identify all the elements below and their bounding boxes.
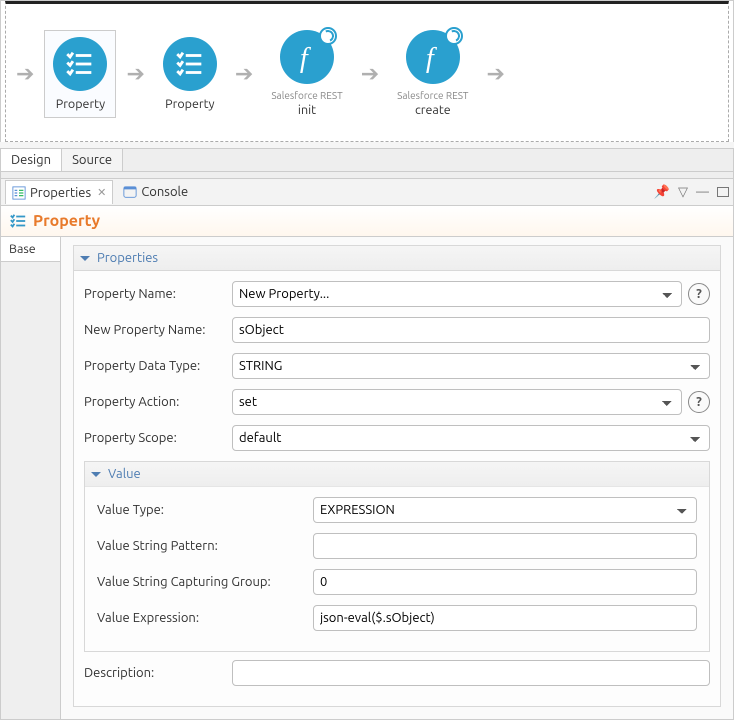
view-tab-label: Console — [141, 185, 188, 199]
view-tab-console[interactable]: Console — [117, 180, 194, 204]
side-tab-base[interactable]: Base — [1, 237, 60, 262]
value-type-label: Value Type: — [97, 503, 307, 517]
help-button[interactable]: ? — [688, 391, 710, 413]
minimize-icon[interactable]: — — [696, 185, 709, 199]
section-title: Property — [33, 212, 100, 230]
flow-node-property-2[interactable]: Property — [155, 31, 225, 117]
value-string-capturing-group-input[interactable] — [313, 569, 697, 595]
view-tab-label: Properties — [30, 186, 91, 200]
node-label: Property — [163, 97, 217, 111]
property-name-label: Property Name: — [84, 287, 226, 301]
flow-canvas[interactable]: ➔ Property ➔ Property ➔ f S — [5, 1, 729, 142]
property-scope-label: Property Scope: — [84, 431, 226, 445]
arrow-icon: ➔ — [361, 63, 379, 85]
flow-node-init[interactable]: f Salesforce REST init — [263, 24, 350, 123]
flow-node-create[interactable]: f Salesforce REST create — [389, 24, 476, 123]
chevron-down-icon — [80, 256, 90, 261]
property-data-type-label: Property Data Type: — [84, 359, 226, 373]
value-string-capturing-group-label: Value String Capturing Group: — [97, 575, 307, 589]
help-button[interactable]: ? — [688, 283, 710, 305]
flow-node-property-1[interactable]: Property — [44, 30, 116, 118]
tab-design[interactable]: Design — [1, 149, 62, 171]
properties-group-header[interactable]: Properties — [73, 245, 721, 270]
value-string-pattern-input[interactable] — [313, 533, 697, 559]
arrow-icon: ➔ — [16, 63, 34, 85]
arrow-icon: ➔ — [235, 63, 253, 85]
node-label: init — [271, 103, 342, 117]
list-icon — [163, 37, 217, 91]
value-expression-input[interactable] — [313, 605, 697, 631]
section-header: Property — [0, 206, 734, 237]
close-icon[interactable]: ✕ — [97, 186, 106, 199]
property-action-label: Property Action: — [84, 395, 226, 409]
value-group-title: Value — [108, 467, 141, 481]
value-expression-label: Value Expression: — [97, 611, 307, 625]
description-input[interactable] — [232, 660, 710, 686]
views-bar: Properties ✕ Console 📌 ▽ — — [0, 178, 734, 206]
property-data-type-select[interactable]: STRING — [232, 353, 710, 379]
value-group-header[interactable]: Value — [85, 462, 709, 487]
arrow-icon: ➔ — [487, 63, 505, 85]
property-scope-select[interactable]: default — [232, 425, 710, 451]
svg-text:f: f — [300, 43, 312, 74]
property-name-select[interactable]: New Property... — [232, 281, 682, 307]
menu-icon[interactable]: ▽ — [678, 185, 688, 200]
new-property-name-label: New Property Name: — [84, 323, 226, 337]
pin-icon[interactable]: 📌 — [654, 185, 670, 200]
node-sublabel: Salesforce REST — [271, 90, 342, 101]
connector-badge-icon — [445, 27, 463, 45]
arrow-icon: ➔ — [126, 63, 144, 85]
property-action-select[interactable]: set — [232, 389, 682, 415]
list-icon — [53, 37, 107, 91]
console-icon — [123, 185, 137, 199]
value-type-select[interactable]: EXPRESSION — [313, 497, 697, 523]
tab-source[interactable]: Source — [62, 149, 123, 171]
description-label: Description: — [84, 666, 226, 680]
function-icon: f — [280, 30, 334, 84]
properties-icon — [12, 186, 26, 200]
properties-group-title: Properties — [97, 251, 158, 265]
node-label: Property — [53, 97, 107, 111]
property-header-icon — [9, 212, 27, 230]
connector-badge-icon — [319, 27, 337, 45]
value-string-pattern-label: Value String Pattern: — [97, 539, 307, 553]
node-sublabel: Salesforce REST — [397, 90, 468, 101]
editor-tabs: Design Source — [0, 148, 734, 172]
svg-text:f: f — [426, 43, 438, 74]
view-tab-properties[interactable]: Properties ✕ — [5, 180, 113, 204]
node-label: create — [397, 103, 468, 117]
chevron-down-icon — [91, 472, 101, 477]
maximize-icon[interactable] — [717, 187, 729, 197]
function-icon: f — [406, 30, 460, 84]
new-property-name-input[interactable] — [232, 317, 710, 343]
